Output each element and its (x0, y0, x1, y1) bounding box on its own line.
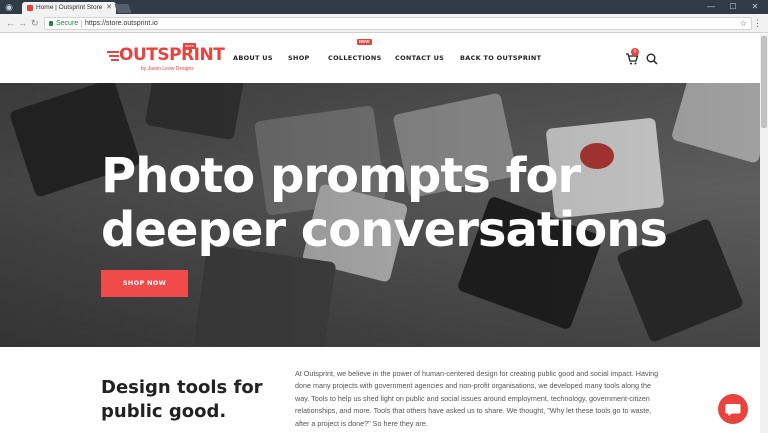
hero-title-line: deeper conversations (101, 202, 668, 258)
nav-collections[interactable]: COLLECTIONS (328, 54, 382, 63)
speed-line-icon (107, 51, 119, 53)
lock-icon (49, 21, 53, 26)
shop-now-button[interactable]: SHOP NOW (101, 270, 188, 297)
browser-menu-icon[interactable]: ⋮ (753, 16, 762, 30)
nav-contact-us[interactable]: CONTACT US (395, 54, 444, 63)
nav-about-us[interactable]: ABOUT US (233, 54, 273, 63)
close-window-button[interactable]: ✕ (744, 0, 766, 14)
section-heading-line: Design tools for (101, 377, 263, 398)
minimize-button[interactable]: — (700, 0, 722, 14)
divider (81, 20, 82, 28)
hero-title: Photo prompts for deeper conversations (101, 149, 701, 257)
url-text: https://store.outsprint.io (85, 20, 158, 27)
site-logo[interactable]: OUTSPRINT store by Jason Leow Designs (107, 43, 225, 75)
speed-line-icon (111, 59, 119, 61)
reload-icon[interactable]: ↻ (31, 17, 39, 30)
tab-close-icon[interactable]: ✕ (106, 3, 112, 13)
search-icon[interactable] (645, 52, 659, 66)
logo-wordmark: OUTSPRINT (119, 45, 225, 65)
maximize-button[interactable]: ☐ (722, 0, 744, 14)
tab-title: Home | Outsprint Store (36, 4, 103, 11)
new-badge: NEW (357, 39, 372, 45)
nav-back-to-outsprint[interactable]: BACK TO OUTSPRINT (460, 54, 541, 63)
url-field[interactable]: Secure https://store.outsprint.io ☆ (44, 17, 752, 30)
browser-tab-bar: ◉ Home | Outsprint Store ✕ — ☐ ✕ (0, 0, 768, 14)
secure-label: Secure (56, 20, 79, 27)
forward-arrow-icon[interactable]: → (18, 17, 27, 30)
speed-line-icon (109, 55, 119, 57)
back-arrow-icon[interactable]: ← (6, 17, 15, 30)
section-heading: Design tools for public good. (101, 376, 291, 424)
user-icon[interactable]: ◉ (4, 2, 14, 12)
nav-shop[interactable]: SHOP (288, 54, 310, 63)
chat-button[interactable] (718, 394, 748, 424)
new-tab-button[interactable] (114, 4, 132, 13)
hero-banner: Photo prompts for deeper conversations S… (0, 83, 760, 347)
bookmark-star-icon[interactable]: ☆ (740, 18, 747, 30)
chat-bubble-icon (725, 404, 741, 416)
cart-count-badge: 0 (631, 48, 639, 56)
address-bar: ← → ↻ Secure https://store.outsprint.io … (0, 14, 768, 33)
logo-tagline: by Jason Leow Designs (141, 66, 194, 72)
favicon-icon (27, 5, 33, 11)
browser-tab[interactable]: Home | Outsprint Store ✕ (22, 2, 116, 14)
section-heading-line: public good. (101, 401, 227, 422)
section-paragraph: At Outsprint, we believe in the power of… (295, 369, 659, 428)
logo-badge: store (183, 43, 196, 49)
scrollbar-thumb[interactable] (761, 36, 767, 128)
site-header: OUTSPRINT store by Jason Leow Designs AB… (0, 34, 768, 83)
hero-title-line: Photo prompts for (101, 148, 581, 204)
